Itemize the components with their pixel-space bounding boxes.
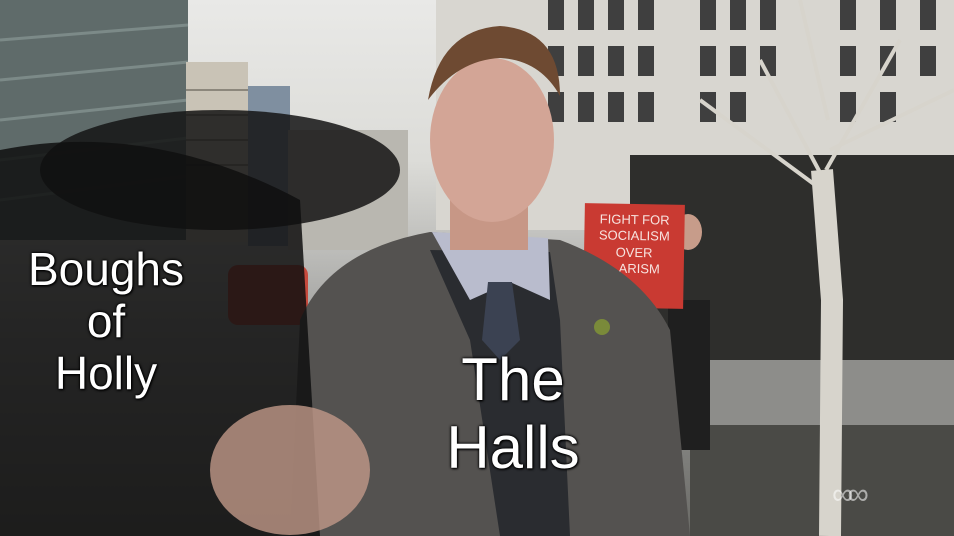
- abc-logo-icon: ∞∞: [832, 478, 869, 511]
- caption-boughs-of-holly: Boughs of Holly: [27, 243, 184, 399]
- face: [430, 58, 554, 222]
- blurred-hand: [210, 405, 370, 535]
- lapel-pin: [594, 319, 610, 335]
- meme-image: FIGHT FOR SOCIALISM OVER ...ARISM Boughs…: [0, 0, 954, 536]
- caption-the-halls: The Halls: [446, 346, 580, 481]
